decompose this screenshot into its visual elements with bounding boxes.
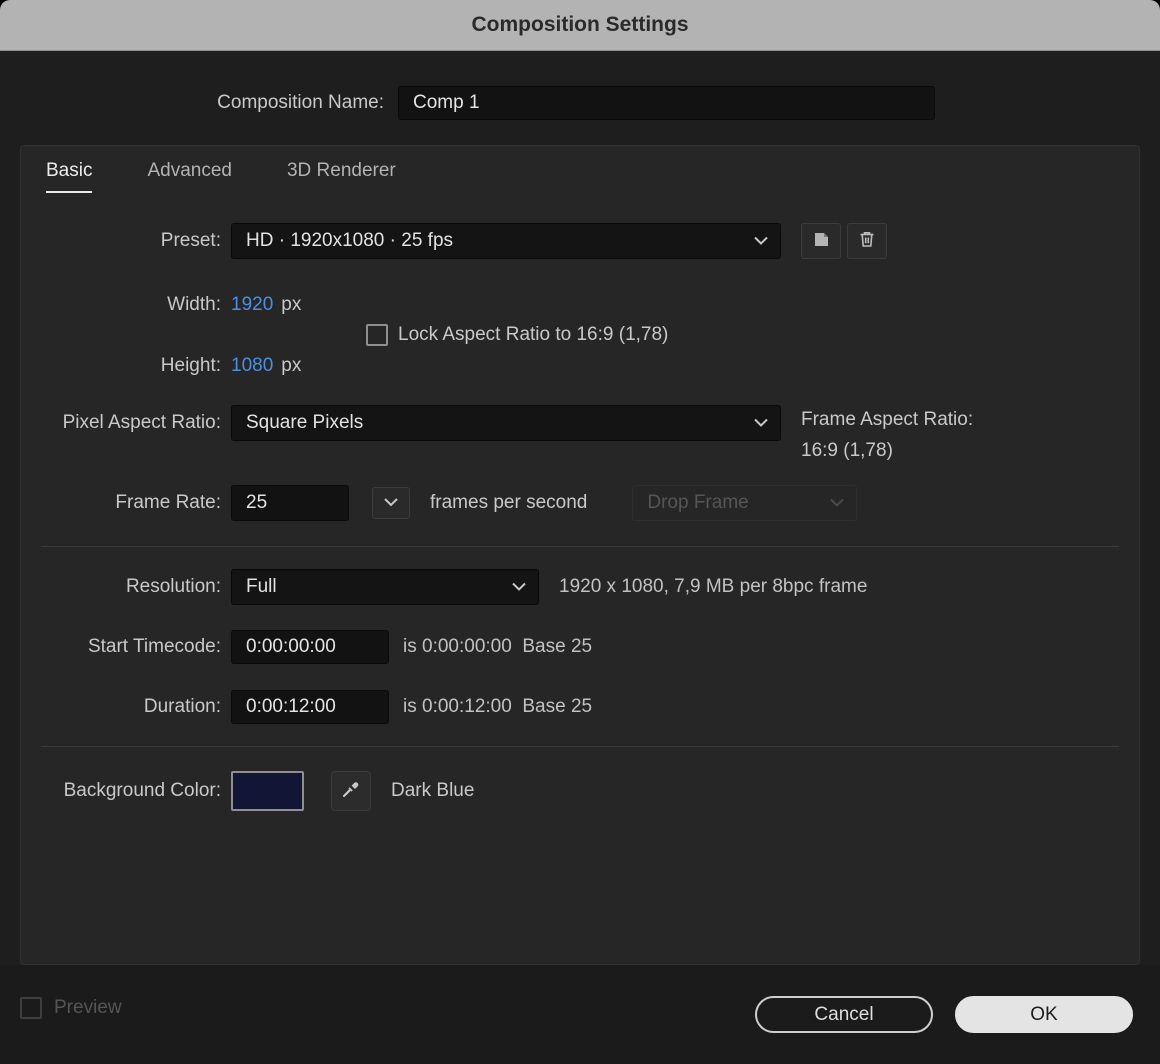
resolution-value: Full: [246, 576, 277, 597]
width-row: Width: 1920 px: [21, 290, 1139, 320]
pixel-aspect-label: Pixel Aspect Ratio:: [62, 412, 221, 433]
dialog-footer: Preview Cancel OK: [0, 965, 1160, 1064]
preview-label: Preview: [54, 997, 122, 1018]
resolution-row: Resolution: Full 1920 x 1080, 7,9 MB per…: [21, 569, 1139, 605]
tab-bar: Basic Advanced 3D Renderer: [46, 160, 396, 193]
ok-button[interactable]: OK: [955, 996, 1133, 1033]
frame-aspect-label: Frame Aspect Ratio:: [801, 409, 974, 430]
start-timecode-input[interactable]: [231, 630, 389, 664]
frame-rate-label: Frame Rate:: [115, 492, 221, 513]
lock-aspect-checkbox[interactable]: [366, 324, 388, 346]
composition-settings-dialog: Composition Settings Composition Name: B…: [0, 0, 1160, 1064]
chevron-down-icon: [830, 498, 845, 508]
resolution-dropdown[interactable]: Full: [231, 569, 539, 605]
height-value[interactable]: 1080: [231, 355, 273, 377]
preview-row: Preview: [20, 997, 122, 1019]
divider: [41, 546, 1119, 547]
width-label: Width:: [167, 294, 221, 315]
frame-aspect-value: 16:9 (1,78): [801, 440, 893, 461]
drop-frame-dropdown: Drop Frame: [632, 485, 858, 521]
height-unit: px: [281, 355, 302, 376]
save-preset-button[interactable]: [801, 223, 841, 259]
tab-advanced[interactable]: Advanced: [147, 160, 232, 193]
dialog-titlebar: Composition Settings: [0, 0, 1160, 51]
chevron-down-icon: [384, 494, 398, 512]
composition-name-input[interactable]: [398, 86, 935, 120]
duration-row: Duration: is 0:00:12:00 Base 25: [21, 689, 1139, 725]
preset-value: HD · 1920x1080 · 25 fps: [246, 230, 454, 251]
eyedropper-button[interactable]: [331, 771, 371, 811]
dialog-title: Composition Settings: [471, 13, 689, 36]
tab-basic[interactable]: Basic: [46, 160, 93, 193]
background-color-label: Background Color:: [63, 780, 221, 801]
duration-input[interactable]: [231, 690, 389, 724]
frame-rate-row: Frame Rate: frames per second Drop Frame: [21, 485, 1139, 521]
height-row: Height: 1080 px: [21, 351, 1139, 381]
duration-info: is 0:00:12:00 Base 25: [403, 696, 593, 717]
eyedropper-icon: [339, 777, 363, 806]
trash-icon: [856, 228, 878, 255]
composition-name-row: Composition Name:: [0, 85, 1160, 121]
drop-frame-value: Drop Frame: [647, 492, 749, 513]
chevron-down-icon: [754, 418, 768, 428]
settings-panel: Basic Advanced 3D Renderer Preset: HD · …: [20, 145, 1140, 965]
frame-rate-input[interactable]: [231, 485, 349, 521]
width-value[interactable]: 1920: [231, 294, 273, 316]
lock-aspect-label: Lock Aspect Ratio to 16:9 (1,78): [398, 324, 669, 345]
tab-3d-renderer[interactable]: 3D Renderer: [287, 160, 396, 193]
width-unit: px: [281, 294, 302, 315]
background-color-row: Background Color: Dark Blue: [21, 770, 1139, 812]
resolution-label: Resolution:: [125, 576, 221, 597]
pixel-aspect-value: Square Pixels: [246, 412, 364, 433]
preset-label: Preset:: [160, 230, 221, 251]
save-preset-icon: [810, 228, 832, 255]
frame-aspect-block: Frame Aspect Ratio: 16:9 (1,78): [801, 404, 973, 466]
resolution-info: 1920 x 1080, 7,9 MB per 8bpc frame: [559, 576, 868, 597]
chevron-down-icon: [754, 236, 768, 246]
frame-rate-preset-button[interactable]: [372, 487, 410, 519]
duration-label: Duration:: [143, 696, 221, 717]
delete-preset-button[interactable]: [847, 223, 887, 259]
background-color-swatch[interactable]: [231, 771, 304, 811]
start-timecode-label: Start Timecode:: [87, 636, 221, 657]
height-label: Height:: [160, 355, 221, 376]
start-timecode-info: is 0:00:00:00 Base 25: [403, 636, 593, 657]
chevron-down-icon: [512, 582, 526, 592]
preset-dropdown[interactable]: HD · 1920x1080 · 25 fps: [231, 223, 781, 259]
lock-aspect-row: Lock Aspect Ratio to 16:9 (1,78): [366, 322, 1066, 348]
preview-checkbox[interactable]: [20, 997, 42, 1019]
divider: [41, 746, 1119, 747]
start-timecode-row: Start Timecode: is 0:00:00:00 Base 25: [21, 629, 1139, 665]
frames-per-second-label: frames per second: [430, 492, 588, 513]
composition-name-label: Composition Name:: [217, 92, 384, 113]
background-color-name: Dark Blue: [391, 780, 475, 801]
cancel-button[interactable]: Cancel: [755, 996, 933, 1033]
preset-row: Preset: HD · 1920x1080 · 25 fps: [21, 223, 1139, 259]
pixel-aspect-dropdown[interactable]: Square Pixels: [231, 405, 781, 441]
